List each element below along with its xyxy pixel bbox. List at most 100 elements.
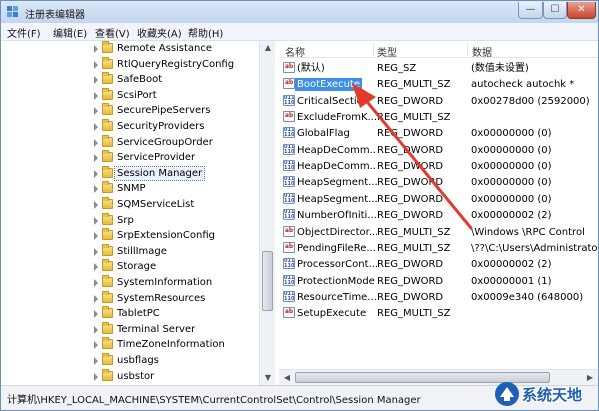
tree-item-label: usbflags (117, 355, 159, 366)
scroll-down-icon[interactable]: ▼ (261, 371, 275, 385)
tree-item[interactable]: SNMP (1, 181, 259, 197)
expand-arrow-icon[interactable] (94, 201, 98, 209)
tree-item[interactable]: SecurePipeServers (1, 103, 259, 119)
close-button[interactable]: ✕ (567, 2, 596, 19)
tree-item[interactable]: TabletPC (1, 306, 259, 322)
expand-arrow-icon[interactable] (94, 357, 98, 365)
tree-item[interactable]: Remote Assistance (1, 41, 259, 57)
menu-view[interactable]: 查看(V) (95, 25, 130, 40)
column-name[interactable]: 名称 (285, 44, 305, 59)
column-type[interactable]: 类型 (377, 44, 397, 59)
string-value-icon: ab (283, 111, 295, 123)
tree-item[interactable]: TimeZoneInformation (1, 337, 259, 353)
tree-item-label: Remote Assistance (117, 43, 213, 54)
value-data: 0x00000000 (0) (471, 161, 552, 173)
tree-item[interactable]: Srp (1, 212, 259, 229)
value-name: ProcessorCont... (297, 259, 377, 271)
value-row[interactable]: ab BootExecute REG_MULTI_SZ autocheck autoc… (279, 76, 598, 92)
column-divider[interactable] (467, 43, 468, 56)
tree-item[interactable]: SrpExtensionConfig (1, 228, 259, 244)
title-bar[interactable]: 注册表编辑器 — ☐ ✕ (1, 1, 598, 23)
expand-arrow-icon[interactable] (94, 216, 98, 225)
tree-item-label: ServiceGroupOrder (117, 136, 213, 148)
expand-arrow-icon[interactable] (94, 138, 98, 147)
string-value-icon: ab (283, 241, 295, 253)
expand-arrow-icon[interactable] (94, 169, 98, 178)
value-data: 0x00000000 (0) (471, 177, 552, 189)
menu-help[interactable]: 帮助(H) (188, 25, 223, 40)
expand-arrow-icon[interactable] (94, 325, 98, 334)
tree-item-label: Storage (117, 261, 157, 273)
value-type: REG_DWORD (377, 193, 444, 205)
expand-arrow-icon[interactable] (94, 91, 98, 100)
registry-editor-icon (7, 6, 18, 17)
tree-item[interactable]: StillImage (1, 243, 259, 260)
tree-item-label: Srp (117, 214, 134, 226)
tree-item[interactable]: SystemInformation (1, 275, 259, 291)
binary-value-icon: 011 110 (283, 209, 295, 221)
scroll-up-icon[interactable]: ▲ (261, 41, 275, 55)
value-row[interactable]: ab SetupExecute REG_MULTI_SZ (279, 305, 598, 321)
minimize-button[interactable]: — (518, 2, 543, 19)
expand-arrow-icon[interactable] (94, 263, 98, 272)
tree-item[interactable]: SecurityProviders (1, 119, 259, 135)
folder-icon (102, 150, 113, 163)
tree-item[interactable]: ServiceGroupOrder (1, 134, 259, 151)
maximize-button[interactable]: ☐ (543, 2, 567, 19)
expand-arrow-icon[interactable] (94, 107, 98, 116)
expand-arrow-icon[interactable] (94, 123, 98, 131)
list-header: 名称 类型 数据 (279, 41, 598, 59)
tree-item[interactable]: Session Manager (1, 165, 259, 182)
menu-edit[interactable]: 编辑(E) (53, 25, 87, 40)
tree-item[interactable]: usbflags (1, 353, 259, 369)
scroll-left-icon[interactable]: ◀ (280, 371, 294, 385)
value-row[interactable]: 011 110 ProtectionMode REG_DWORD 0x00000001 … (279, 273, 598, 289)
tree-vertical-scrollbar[interactable]: ▲ ▼ (259, 41, 275, 385)
expand-arrow-icon[interactable] (94, 341, 98, 350)
value-type: REG_MULTI_SZ (377, 79, 451, 91)
tree-item[interactable]: SQMServiceList (1, 197, 259, 213)
tree-item[interactable]: Storage (1, 259, 259, 275)
expand-arrow-icon[interactable] (94, 232, 98, 241)
tree-item[interactable]: usbstor (1, 368, 259, 385)
value-row[interactable]: 011 110 GlobalFlag REG_DWORD 0x00000000 (0) (279, 125, 598, 141)
tree-item[interactable]: SystemResources (1, 290, 259, 307)
value-row[interactable]: 011 110 CriticalSection REG_DWORD 0x00278d00… (279, 93, 598, 109)
binary-value-icon: 011 110 (283, 94, 295, 106)
value-row[interactable]: 011 110 ResourceTime... REG_DWORD 0x0009e340… (279, 289, 598, 305)
scrollbar-thumb[interactable] (262, 251, 273, 311)
expand-arrow-icon[interactable] (94, 154, 98, 163)
tree-item[interactable]: SafeBoot (1, 72, 259, 88)
value-data: 0x00000001 (1) (471, 275, 552, 287)
column-divider[interactable] (373, 43, 374, 56)
value-row[interactable]: 011 110 HeapDeComm... REG_DWORD 0x00000000 (… (279, 158, 598, 174)
tree-item-label: RtlQueryRegistryConfig (117, 58, 235, 70)
column-data[interactable]: 数据 (472, 44, 492, 59)
expand-arrow-icon[interactable] (94, 45, 98, 53)
value-row[interactable]: ab (默认) REG_SZ (数值未设置) (279, 60, 598, 76)
expand-arrow-icon[interactable] (94, 185, 98, 194)
expand-arrow-icon[interactable] (94, 372, 98, 381)
value-row[interactable]: 011 110 HeapSegment... REG_DWORD 0x00000000 … (279, 191, 598, 207)
expand-arrow-icon[interactable] (94, 76, 98, 85)
value-row[interactable]: 011 110 HeapDeComm... REG_DWORD 0x00000000 (… (279, 142, 598, 158)
tree-item[interactable]: ScsiPort (1, 87, 259, 104)
value-row[interactable]: 011 110 NumberOfIniti... REG_DWORD 0x0000000… (279, 207, 598, 223)
value-row[interactable]: ab ExcludeFromK... REG_MULTI_SZ (279, 109, 598, 125)
menu-favorites[interactable]: 收藏夹(A) (137, 25, 182, 40)
expand-arrow-icon[interactable] (94, 279, 98, 287)
expand-arrow-icon[interactable] (94, 310, 98, 319)
expand-arrow-icon[interactable] (94, 247, 98, 256)
tree-item[interactable]: RtlQueryRegistryConfig (1, 56, 259, 73)
value-row[interactable]: 011 110 HeapSegment... REG_DWORD 0x00000000 … (279, 174, 598, 190)
expand-arrow-icon[interactable] (94, 60, 98, 69)
tree-item[interactable]: ServiceProvider (1, 150, 259, 166)
tree-item[interactable]: Terminal Server (1, 321, 259, 338)
menu-file[interactable]: 文件(F) (7, 25, 41, 40)
binary-value-icon: 011 110 (283, 258, 295, 270)
value-row[interactable]: ab ObjectDirector... REG_MULTI_SZ \Windows … (279, 224, 598, 240)
watermark: 系统天地 (490, 378, 599, 411)
value-row[interactable]: 011 110 ProcessorCont... REG_DWORD 0x0000000… (279, 256, 598, 272)
value-row[interactable]: ab PendingFileRe... REG_MULTI_SZ \??\C:\Use… (279, 240, 598, 256)
expand-arrow-icon[interactable] (94, 294, 98, 303)
